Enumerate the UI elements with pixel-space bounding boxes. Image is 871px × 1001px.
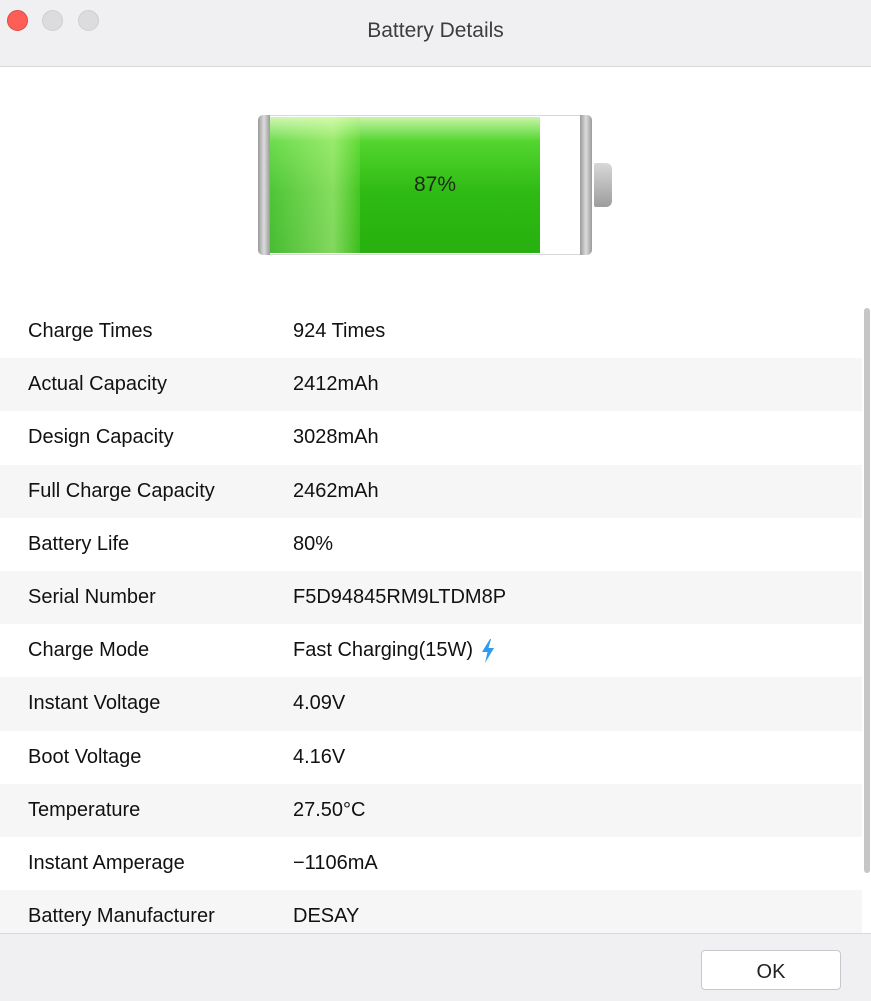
detail-label: Instant Amperage: [28, 851, 185, 874]
detail-label: Design Capacity: [28, 426, 174, 449]
dialog-footer: OK: [0, 933, 871, 1001]
detail-value: 2462mAh: [293, 479, 379, 502]
detail-row: Temperature 27.50°C: [0, 783, 862, 837]
title-bar: Battery Details: [0, 0, 871, 67]
detail-label: Temperature: [28, 798, 141, 821]
detail-value: 924 Times: [293, 320, 386, 343]
detail-label: Actual Capacity: [28, 373, 167, 396]
detail-value: DESAY: [293, 905, 360, 928]
detail-row: Battery Life 80%: [0, 518, 862, 571]
detail-row: Serial Number F5D94845RM9LTDM8P: [0, 570, 862, 625]
detail-label: Boot Voltage: [28, 745, 142, 768]
detail-value: F5D94845RM9LTDM8P: [293, 586, 507, 609]
detail-row: Actual Capacity 2412mAh: [0, 358, 862, 412]
detail-label: Charge Times: [28, 320, 153, 343]
detail-value: 2412mAh: [293, 373, 379, 396]
detail-label: Battery Life: [28, 532, 130, 555]
detail-value-wrap: Fast Charging(15W): [293, 638, 495, 663]
detail-label: Full Charge Capacity: [28, 479, 215, 502]
detail-row: Charge Times 924 Times: [0, 305, 862, 358]
detail-row: Instant Voltage 4.09V: [0, 677, 862, 731]
window-title: Battery Details: [367, 19, 504, 42]
ok-button[interactable]: OK: [701, 950, 841, 990]
detail-row: Instant Amperage −1106mA: [0, 837, 862, 890]
battery-graphic: 87%: [258, 115, 614, 257]
detail-value: −1106mA: [293, 851, 378, 874]
vertical-scrollbar[interactable]: [864, 308, 870, 873]
detail-row: Full Charge Capacity 2462mAh: [0, 464, 862, 518]
detail-label: Charge Mode: [28, 639, 150, 662]
detail-value: Fast Charging(15W): [293, 639, 474, 662]
detail-value: 3028mAh: [293, 426, 379, 449]
detail-row: Design Capacity 3028mAh: [0, 411, 862, 464]
detail-row: Battery Manufacturer DESAY: [0, 890, 862, 933]
battery-details-list[interactable]: Charge Times 924 Times Actual Capacity 2…: [0, 305, 862, 933]
detail-label: Serial Number: [28, 586, 156, 609]
lightning-bolt-icon: [482, 638, 495, 663]
detail-row: Boot Voltage 4.16V: [0, 731, 862, 784]
detail-label: Instant Voltage: [28, 692, 161, 715]
detail-value: 27.50°C: [293, 798, 366, 821]
battery-percent-label: 87%: [413, 173, 457, 196]
detail-row: Charge Mode Fast Charging(15W): [0, 624, 862, 677]
detail-value: 4.09V: [293, 692, 346, 715]
detail-value: 80%: [293, 532, 334, 555]
detail-value: 4.16V: [293, 745, 346, 768]
detail-label: Battery Manufacturer: [28, 905, 215, 928]
